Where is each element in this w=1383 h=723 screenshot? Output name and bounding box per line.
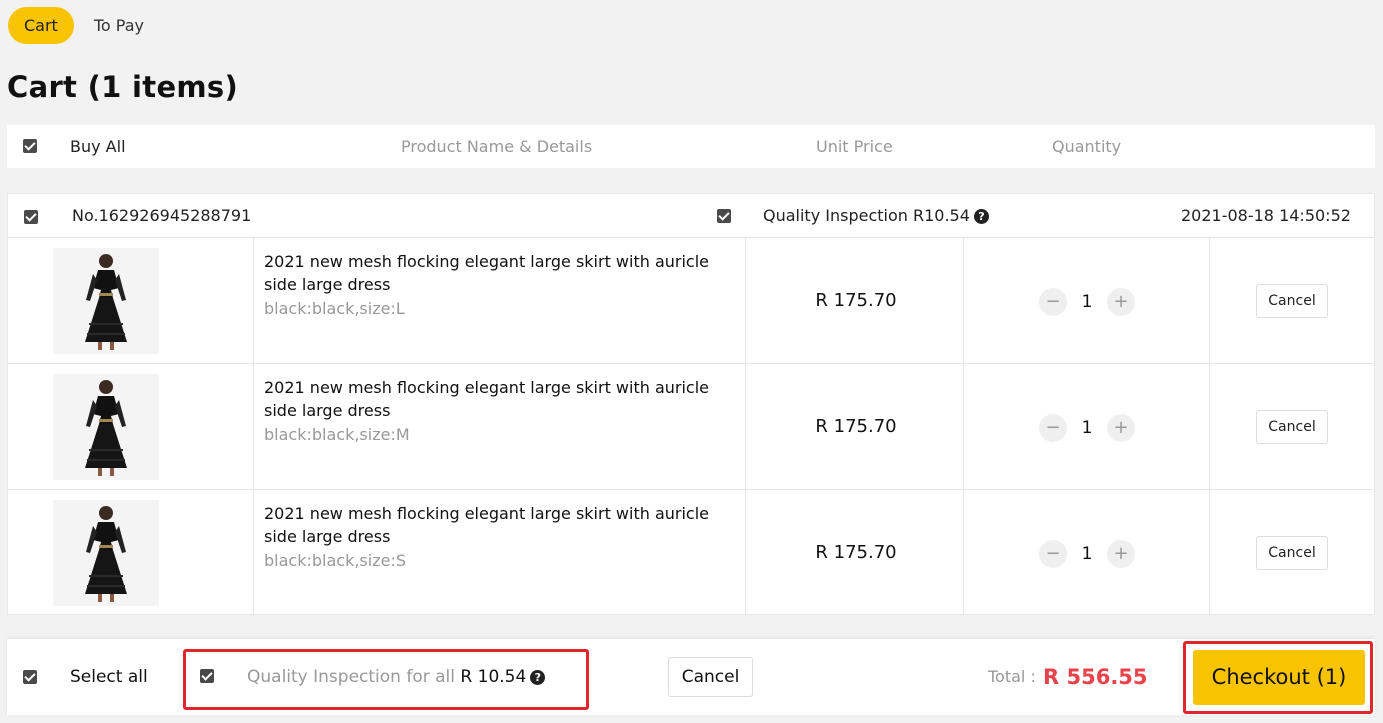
quality-inspection-all: Quality Inspection for all R 10.54? — [247, 639, 546, 715]
quantity-stepper: − 1 + — [1039, 540, 1135, 568]
product-variant: black:black,size:S — [264, 551, 406, 570]
buy-all-checkbox[interactable] — [23, 139, 37, 153]
quantity-stepper: − 1 + — [1039, 414, 1135, 442]
minus-icon[interactable]: − — [1039, 414, 1067, 442]
cancel-button[interactable]: Cancel — [668, 657, 753, 697]
buy-all-label: Buy All — [70, 137, 126, 156]
product-name[interactable]: 2021 new mesh flocking elegant large ski… — [264, 376, 724, 422]
minus-icon[interactable]: − — [1039, 288, 1067, 316]
cancel-item-button[interactable]: Cancel — [1256, 410, 1328, 444]
tab-to-pay[interactable]: To Pay — [80, 7, 160, 44]
quality-inspection-all-label: Quality Inspection for all — [247, 667, 456, 687]
order-group: No.162926945288791 Quality Inspection R1… — [7, 193, 1375, 616]
quantity-value[interactable]: 1 — [1067, 292, 1107, 312]
quality-inspection-label: Quality Inspection R10.54 — [763, 206, 970, 225]
plus-icon[interactable]: + — [1107, 414, 1135, 442]
quality-inspection-all-amount: R 10.54 — [460, 667, 527, 687]
total-value: R 556.55 — [1043, 665, 1148, 689]
product-name[interactable]: 2021 new mesh flocking elegant large ski… — [264, 250, 724, 296]
plus-icon[interactable]: + — [1107, 540, 1135, 568]
quality-inspection: Quality Inspection R10.54? — [763, 194, 989, 238]
unit-price: R 175.70 — [815, 542, 897, 563]
question-icon[interactable]: ? — [530, 670, 546, 685]
order-timestamp: 2021-08-18 14:50:52 — [1181, 206, 1351, 225]
table-row: 2021 new mesh flocking elegant large ski… — [8, 364, 1374, 490]
dress-image — [53, 374, 159, 480]
unit-price: R 175.70 — [815, 290, 897, 311]
tabs: Cart To Pay — [8, 7, 160, 44]
quantity-stepper: − 1 + — [1039, 288, 1135, 316]
cancel-item-button[interactable]: Cancel — [1256, 284, 1328, 318]
tab-cart[interactable]: Cart — [8, 7, 74, 44]
unit-price-column-header: Unit Price — [816, 137, 893, 156]
page-title: Cart (1 items) — [7, 70, 239, 104]
product-image[interactable] — [53, 374, 159, 480]
cart-table-header: Buy All Product Name & Details Unit Pric… — [7, 125, 1375, 168]
dress-image — [53, 248, 159, 354]
table-row: 2021 new mesh flocking elegant large ski… — [8, 490, 1374, 616]
product-name[interactable]: 2021 new mesh flocking elegant large ski… — [264, 502, 724, 548]
quality-inspection-all-checkbox[interactable] — [200, 669, 214, 683]
question-icon[interactable]: ? — [973, 209, 989, 224]
checkout-button[interactable]: Checkout (1) — [1193, 650, 1365, 705]
product-image[interactable] — [53, 500, 159, 606]
table-row: 2021 new mesh flocking elegant large ski… — [8, 238, 1374, 364]
product-variant: black:black,size:L — [264, 299, 405, 318]
order-header: No.162926945288791 Quality Inspection R1… — [8, 194, 1374, 238]
select-all-checkbox[interactable] — [23, 670, 37, 684]
select-all-label: Select all — [70, 667, 148, 687]
plus-icon[interactable]: + — [1107, 288, 1135, 316]
product-image[interactable] — [53, 248, 159, 354]
cart-footer: Select all Quality Inspection for all R … — [7, 639, 1375, 715]
unit-price: R 175.70 — [815, 416, 897, 437]
order-checkbox[interactable] — [24, 210, 38, 224]
quantity-column-header: Quantity — [1052, 137, 1122, 156]
product-variant: black:black,size:M — [264, 425, 410, 444]
quantity-value[interactable]: 1 — [1067, 544, 1107, 564]
order-number: No.162926945288791 — [72, 206, 252, 225]
quality-inspection-checkbox[interactable] — [717, 209, 731, 223]
cancel-item-button[interactable]: Cancel — [1256, 536, 1328, 570]
dress-image — [53, 500, 159, 606]
minus-icon[interactable]: − — [1039, 540, 1067, 568]
quantity-value[interactable]: 1 — [1067, 418, 1107, 438]
total-label: Total : — [988, 667, 1036, 686]
product-column-header: Product Name & Details — [401, 137, 593, 156]
